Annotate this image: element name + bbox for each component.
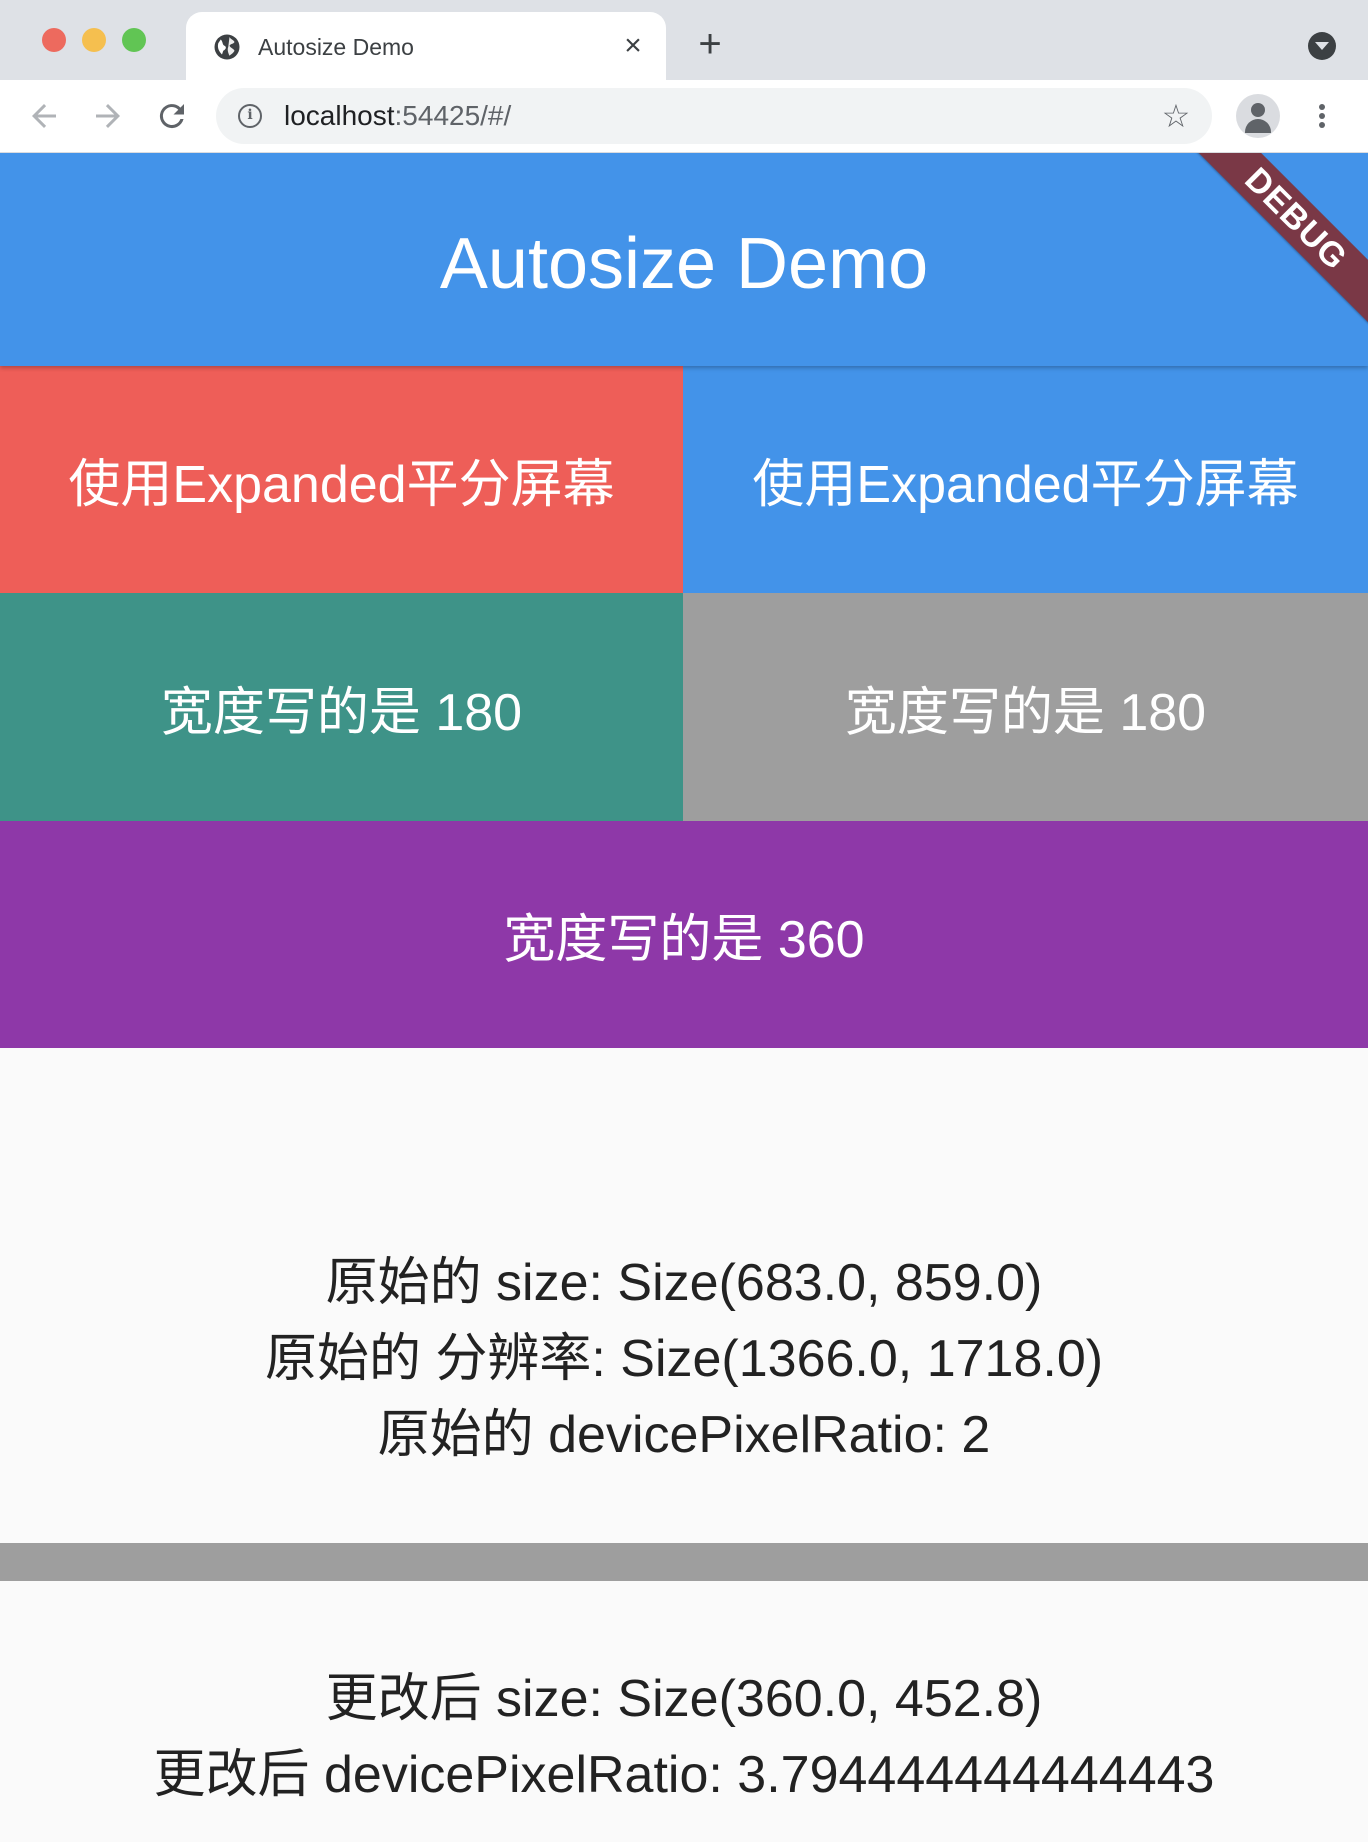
divider-bar <box>0 1543 1368 1581</box>
reload-icon[interactable] <box>154 98 190 134</box>
info-icon[interactable]: i <box>238 104 262 128</box>
changed-size-text: 更改后 size: Size(360.0, 452.8) <box>325 1670 1043 1728</box>
tab-search-icon[interactable] <box>1308 32 1336 60</box>
close-icon[interactable]: × <box>618 31 648 61</box>
profile-head <box>1251 103 1265 117</box>
address-bar[interactable]: i localhost:54425/#/ ☆ <box>216 88 1212 144</box>
url-path: :54425/#/ <box>394 100 512 131</box>
expanded-block-left-label: 使用Expanded平分屏幕 <box>68 456 615 514</box>
back-arrow-icon[interactable] <box>26 98 62 134</box>
changed-metrics: 更改后 size: Size(360.0, 452.8) 更改后 deviceP… <box>0 1661 1368 1813</box>
width-360-block-label: 宽度写的是 360 <box>503 911 865 969</box>
profile-body <box>1245 119 1271 133</box>
changed-dpr-text: 更改后 devicePixelRatio: 3.794444444444443 <box>153 1746 1215 1804</box>
original-size-text: 原始的 size: Size(683.0, 859.0) <box>325 1254 1043 1312</box>
plus-icon[interactable]: + <box>692 24 728 64</box>
browser-tab[interactable]: Autosize Demo × <box>186 12 666 80</box>
forward-arrow-icon[interactable] <box>90 98 126 134</box>
width-180-block-right-label: 宽度写的是 180 <box>844 683 1207 742</box>
browser-tab-strip: Autosize Demo × + <box>0 0 1368 80</box>
window-zoom-button[interactable] <box>122 28 146 52</box>
width-360-block: 宽度写的是 360 <box>0 821 1368 1048</box>
original-dpr-text: 原始的 devicePixelRatio: 2 <box>377 1406 991 1464</box>
url-host: localhost <box>284 100 395 131</box>
star-icon[interactable]: ☆ <box>1158 98 1194 134</box>
window-close-button[interactable] <box>42 28 66 52</box>
profile-icon[interactable] <box>1236 94 1280 138</box>
expanded-block-right: 使用Expanded平分屏幕 <box>683 366 1368 593</box>
app-viewport: Autosize Demo DEBUG 使用Expanded平分屏幕 使用Exp… <box>0 153 1368 1842</box>
expanded-block-right-label: 使用Expanded平分屏幕 <box>752 456 1299 514</box>
tab-title: Autosize Demo <box>258 34 414 60</box>
width-180-block-right: 宽度写的是 180 <box>683 593 1368 821</box>
width-180-block-left: 宽度写的是 180 <box>0 593 683 821</box>
window-minimize-button[interactable] <box>82 28 106 52</box>
original-resolution-text: 原始的 分辨率: Size(1366.0, 1718.0) <box>264 1330 1104 1388</box>
width-180-block-left-label: 宽度写的是 180 <box>160 683 523 742</box>
app-bar: Autosize Demo <box>0 153 1368 366</box>
kebab-menu-icon[interactable] <box>1310 98 1334 134</box>
original-metrics: 原始的 size: Size(683.0, 859.0) 原始的 分辨率: Si… <box>0 1245 1368 1473</box>
browser-toolbar: i localhost:54425/#/ ☆ <box>0 80 1368 153</box>
expanded-block-left: 使用Expanded平分屏幕 <box>0 366 683 593</box>
url-text[interactable]: localhost:54425/#/ <box>284 102 511 130</box>
app-title: Autosize Demo <box>439 224 929 304</box>
globe-icon <box>214 34 240 60</box>
